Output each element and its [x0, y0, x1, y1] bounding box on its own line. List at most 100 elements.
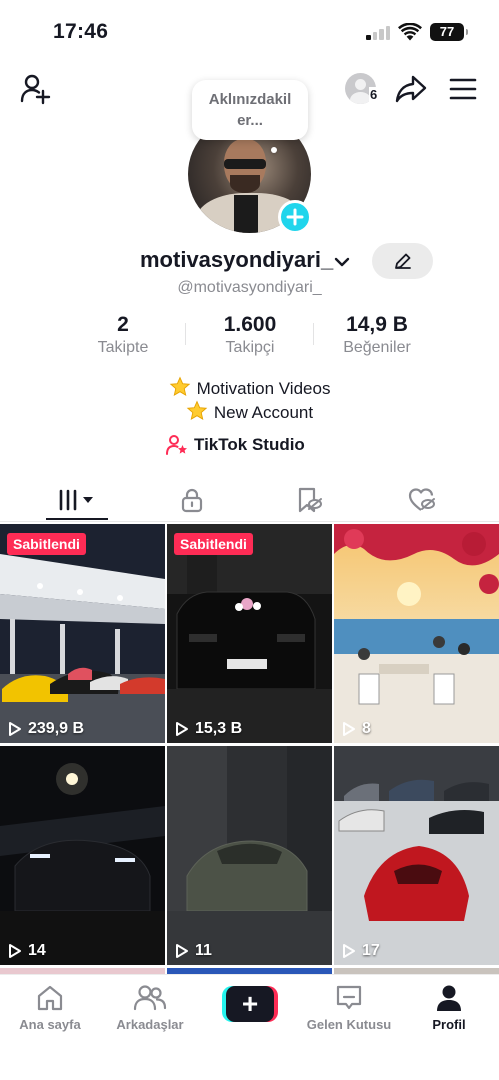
friends-icon: [133, 985, 167, 1011]
profile-viewers-button[interactable]: 6: [344, 72, 382, 106]
profile-handle: @motivasyondiyari_: [177, 279, 322, 296]
video-views: 17: [342, 942, 380, 960]
tab-liked[interactable]: [360, 478, 484, 522]
video-views-count: 8: [362, 720, 371, 737]
add-friend-button[interactable]: [18, 72, 52, 106]
stat-value: 1.600: [223, 313, 277, 336]
tiktok-studio-link[interactable]: TikTok Studio: [166, 433, 305, 457]
add-story-button[interactable]: [278, 200, 312, 234]
video-views: 8: [342, 720, 371, 738]
profile-bio: Motivation Videos New Account: [0, 376, 499, 424]
username: motivasyondiyari_: [140, 247, 334, 272]
video-thumbnail[interactable]: 11: [167, 746, 332, 965]
bookmark-hidden-icon: [298, 487, 322, 513]
nav-friends[interactable]: Arkadaşlar: [100, 983, 200, 1032]
bio-line: Motivation Videos: [0, 376, 499, 400]
play-icon: [176, 944, 188, 958]
bio-line-text: Motivation Videos: [196, 379, 331, 398]
tab-videos[interactable]: [15, 478, 139, 522]
status-bar: 17:46 77: [0, 0, 499, 62]
status-time: 17:46: [53, 20, 109, 43]
play-icon: [343, 722, 355, 736]
tab-private[interactable]: [130, 478, 254, 522]
video-preview-image: [0, 524, 165, 743]
video-preview-image: [334, 524, 499, 743]
video-preview-image: [167, 746, 332, 965]
video-thumbnail[interactable]: 17: [334, 746, 499, 965]
profile-stats: 2 Takipte 1.600 Takipçi 14,9 B Beğeniler: [60, 313, 440, 361]
stat-value: 14,9 B: [346, 313, 408, 336]
bio-line-text: New Account: [213, 403, 314, 422]
stat-likes[interactable]: 14,9 B Beğeniler: [313, 313, 441, 357]
note-bubble-line1: Aklınızdakil: [208, 91, 292, 108]
chevron-down-icon: [334, 257, 350, 267]
video-views: 15,3 B: [175, 720, 242, 738]
stat-following[interactable]: 2 Takipte: [59, 313, 187, 357]
plus-icon: [286, 208, 304, 226]
nav-home-label: Ana sayfa: [19, 1017, 81, 1032]
video-thumbnail[interactable]: Sabitlendi 15,3 B: [167, 524, 332, 743]
nav-profile-label: Profil: [432, 1017, 466, 1032]
add-user-icon: [20, 74, 51, 105]
video-views: 11: [175, 942, 212, 960]
stat-label: Beğeniler: [343, 339, 411, 356]
play-icon: [343, 944, 355, 958]
profile-icon: [437, 985, 461, 1011]
edit-profile-button[interactable]: [372, 243, 433, 279]
battery-icon: 77: [430, 23, 468, 41]
share-profile-button[interactable]: [394, 72, 428, 106]
star-emoji-icon: [169, 376, 190, 397]
home-icon: [37, 985, 63, 1011]
video-views-count: 239,9 B: [28, 720, 85, 737]
nav-inbox-label: Gelen Kutusu: [306, 1017, 392, 1032]
video-views-count: 14: [28, 942, 46, 959]
bottom-nav: Ana sayfa Arkadaşlar + Gelen Kutusu Prof…: [0, 974, 499, 1080]
share-arrow-icon: [395, 75, 427, 103]
play-icon: [9, 944, 21, 958]
menu-button[interactable]: [446, 72, 480, 106]
hamburger-icon: [449, 78, 477, 100]
video-preview-image: [167, 524, 332, 743]
video-preview-image: [334, 746, 499, 965]
tiktok-studio-label: TikTok Studio: [194, 435, 305, 454]
play-icon: [176, 722, 188, 736]
note-bubble-line2: er...: [237, 112, 263, 129]
profile-tabs: [0, 478, 499, 522]
tab-saved[interactable]: [247, 478, 371, 522]
video-views-count: 17: [362, 942, 380, 959]
pinned-badge: Sabitlendi: [174, 533, 253, 555]
nav-profile[interactable]: Profil: [399, 983, 499, 1032]
signal-icon: [366, 26, 392, 40]
creator-star-icon: [166, 435, 187, 455]
video-views: 14: [8, 942, 46, 960]
stat-label: Takipte: [97, 339, 149, 356]
play-icon: [9, 722, 21, 736]
create-button[interactable]: +: [222, 986, 278, 1022]
video-views: 239,9 B: [8, 720, 84, 738]
lock-icon: [181, 488, 203, 513]
stat-value: 2: [117, 313, 129, 336]
inbox-icon: [336, 985, 362, 1010]
heart-hidden-icon: [408, 488, 435, 511]
video-thumbnail[interactable]: Sabitlendi 239,9 B: [0, 524, 165, 743]
video-views-count: 11: [195, 942, 212, 959]
video-preview-image: [0, 746, 165, 965]
plus-icon: +: [226, 986, 274, 1022]
pinned-badge: Sabitlendi: [7, 533, 86, 555]
bubble-tail: [271, 147, 277, 153]
stat-followers[interactable]: 1.600 Takipçi: [186, 313, 314, 357]
video-thumbnail[interactable]: 8: [334, 524, 499, 743]
nav-home[interactable]: Ana sayfa: [0, 983, 100, 1032]
bio-line: New Account: [0, 400, 499, 424]
video-thumbnail[interactable]: 14: [0, 746, 165, 965]
wifi-icon: [398, 23, 422, 41]
stat-label: Takipçi: [225, 339, 275, 356]
nav-inbox[interactable]: Gelen Kutusu: [299, 983, 399, 1032]
active-tab-indicator: [46, 518, 108, 520]
video-grid-icon: [59, 489, 93, 511]
star-emoji-icon: [186, 400, 208, 421]
video-grid: Sabitlendi 239,9 B Sabitlendi 15,3 B 8 1…: [0, 524, 499, 974]
pencil-icon: [394, 253, 411, 269]
nav-friends-label: Arkadaşlar: [116, 1017, 184, 1032]
note-bubble[interactable]: Aklınızdakil er...: [192, 80, 308, 140]
